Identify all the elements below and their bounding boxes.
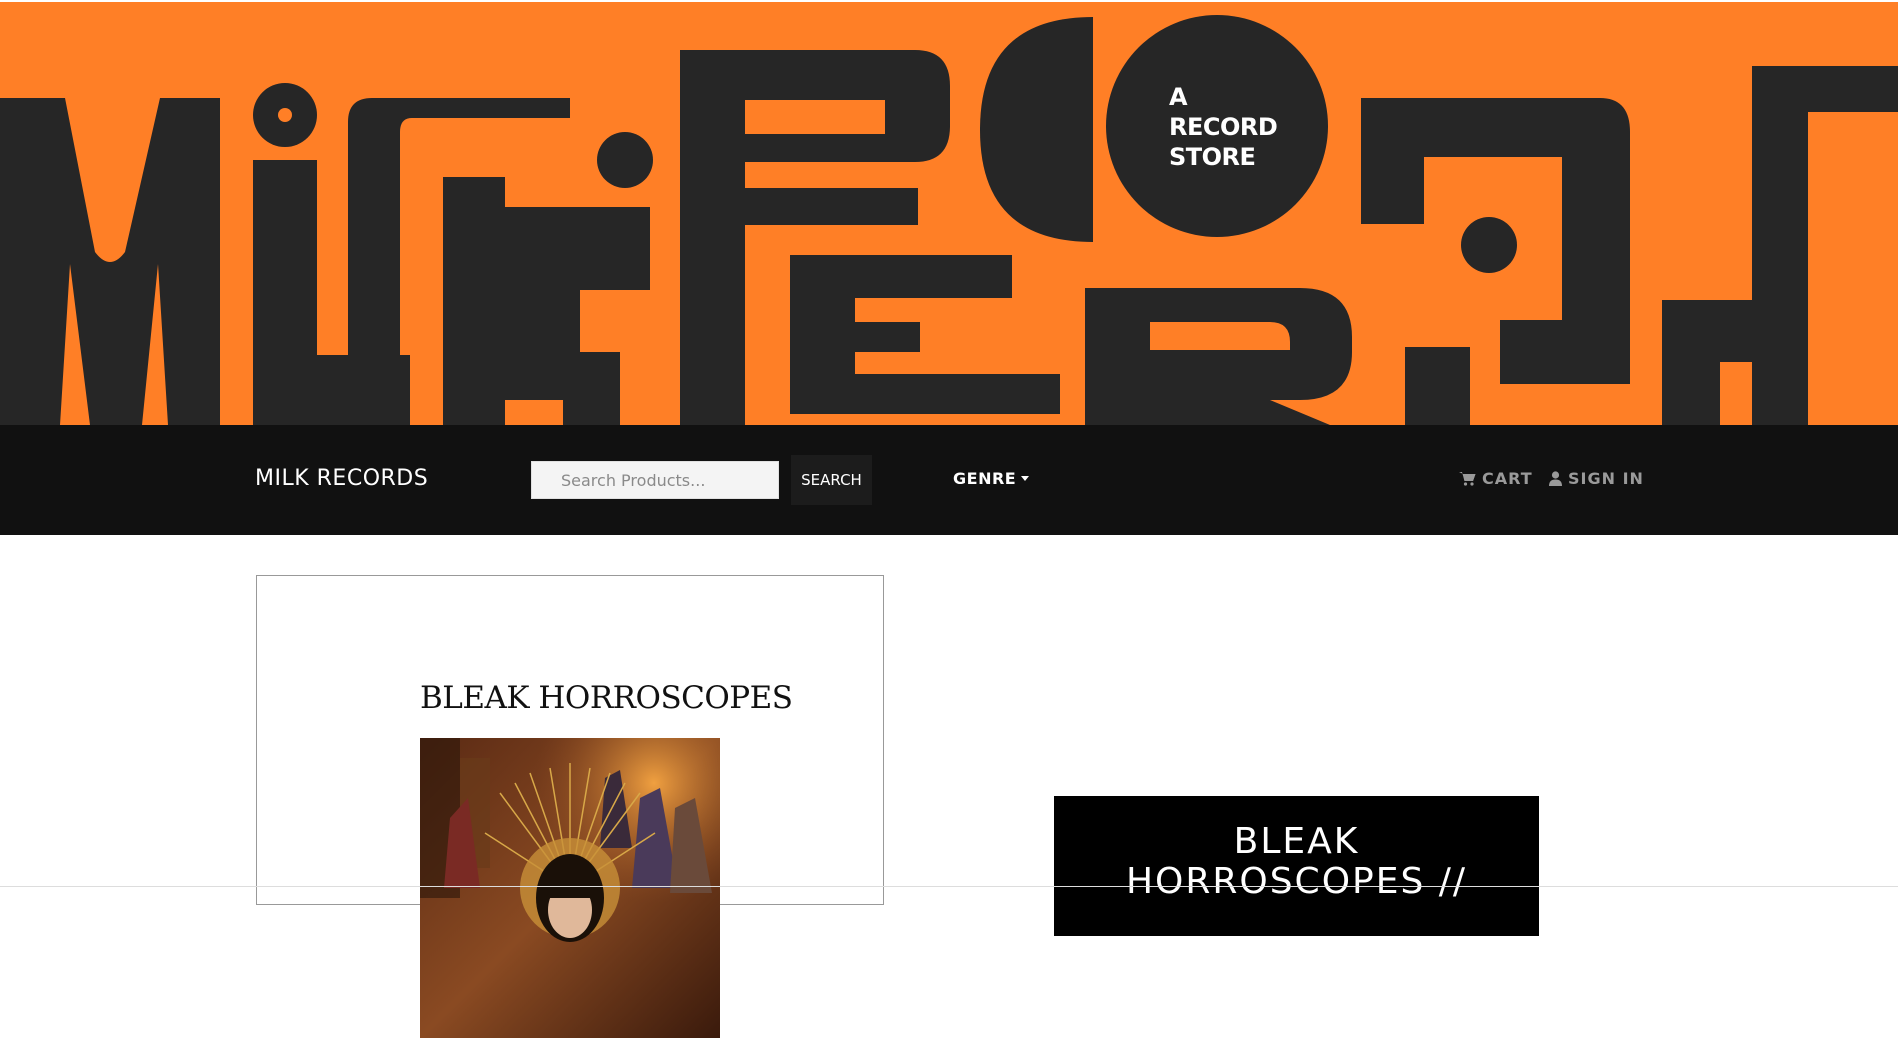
shopping-cart-icon — [1459, 472, 1476, 486]
search-input[interactable] — [531, 461, 779, 499]
signin-link[interactable]: SIGN IN — [1549, 469, 1644, 488]
hero-banner: A RECORD STORE — [0, 2, 1898, 425]
tagline-line: STORE — [1169, 143, 1256, 171]
product-title: BLEAK HORROSCOPES — [420, 680, 793, 716]
album-cover-image[interactable] — [420, 738, 720, 1038]
divider — [0, 886, 1898, 887]
signin-label: SIGN IN — [1568, 469, 1644, 488]
brand-link[interactable]: MILK RECORDS — [255, 466, 428, 491]
main-navbar: MILK RECORDS SEARCH GENRE CART SIGN IN — [0, 425, 1898, 535]
user-icon — [1549, 471, 1562, 486]
featured-title-line: BLEAK — [1233, 821, 1360, 862]
featured-title: BLEAK HORROSCOPES // — [1054, 822, 1539, 902]
genre-dropdown[interactable]: GENRE — [953, 469, 1030, 488]
store-tagline: A RECORD STORE — [1169, 82, 1309, 172]
featured-title-line: HORROSCOPES // — [1125, 861, 1468, 902]
search-button-label: SEARCH — [801, 471, 862, 489]
genre-label: GENRE — [953, 469, 1017, 488]
caret-down-icon — [1021, 476, 1030, 481]
cart-link[interactable]: CART — [1459, 469, 1533, 488]
cart-label: CART — [1482, 469, 1533, 488]
product-card[interactable]: BLEAK HORROSCOPES — [256, 575, 884, 1038]
album-cover-art — [420, 738, 720, 1038]
tagline-line: A — [1169, 83, 1188, 111]
tagline-line: RECORD — [1169, 113, 1278, 141]
featured-release-banner[interactable]: BLEAK HORROSCOPES // — [1054, 796, 1539, 936]
search-button[interactable]: SEARCH — [791, 455, 872, 505]
milk-records-logo — [0, 15, 1898, 425]
